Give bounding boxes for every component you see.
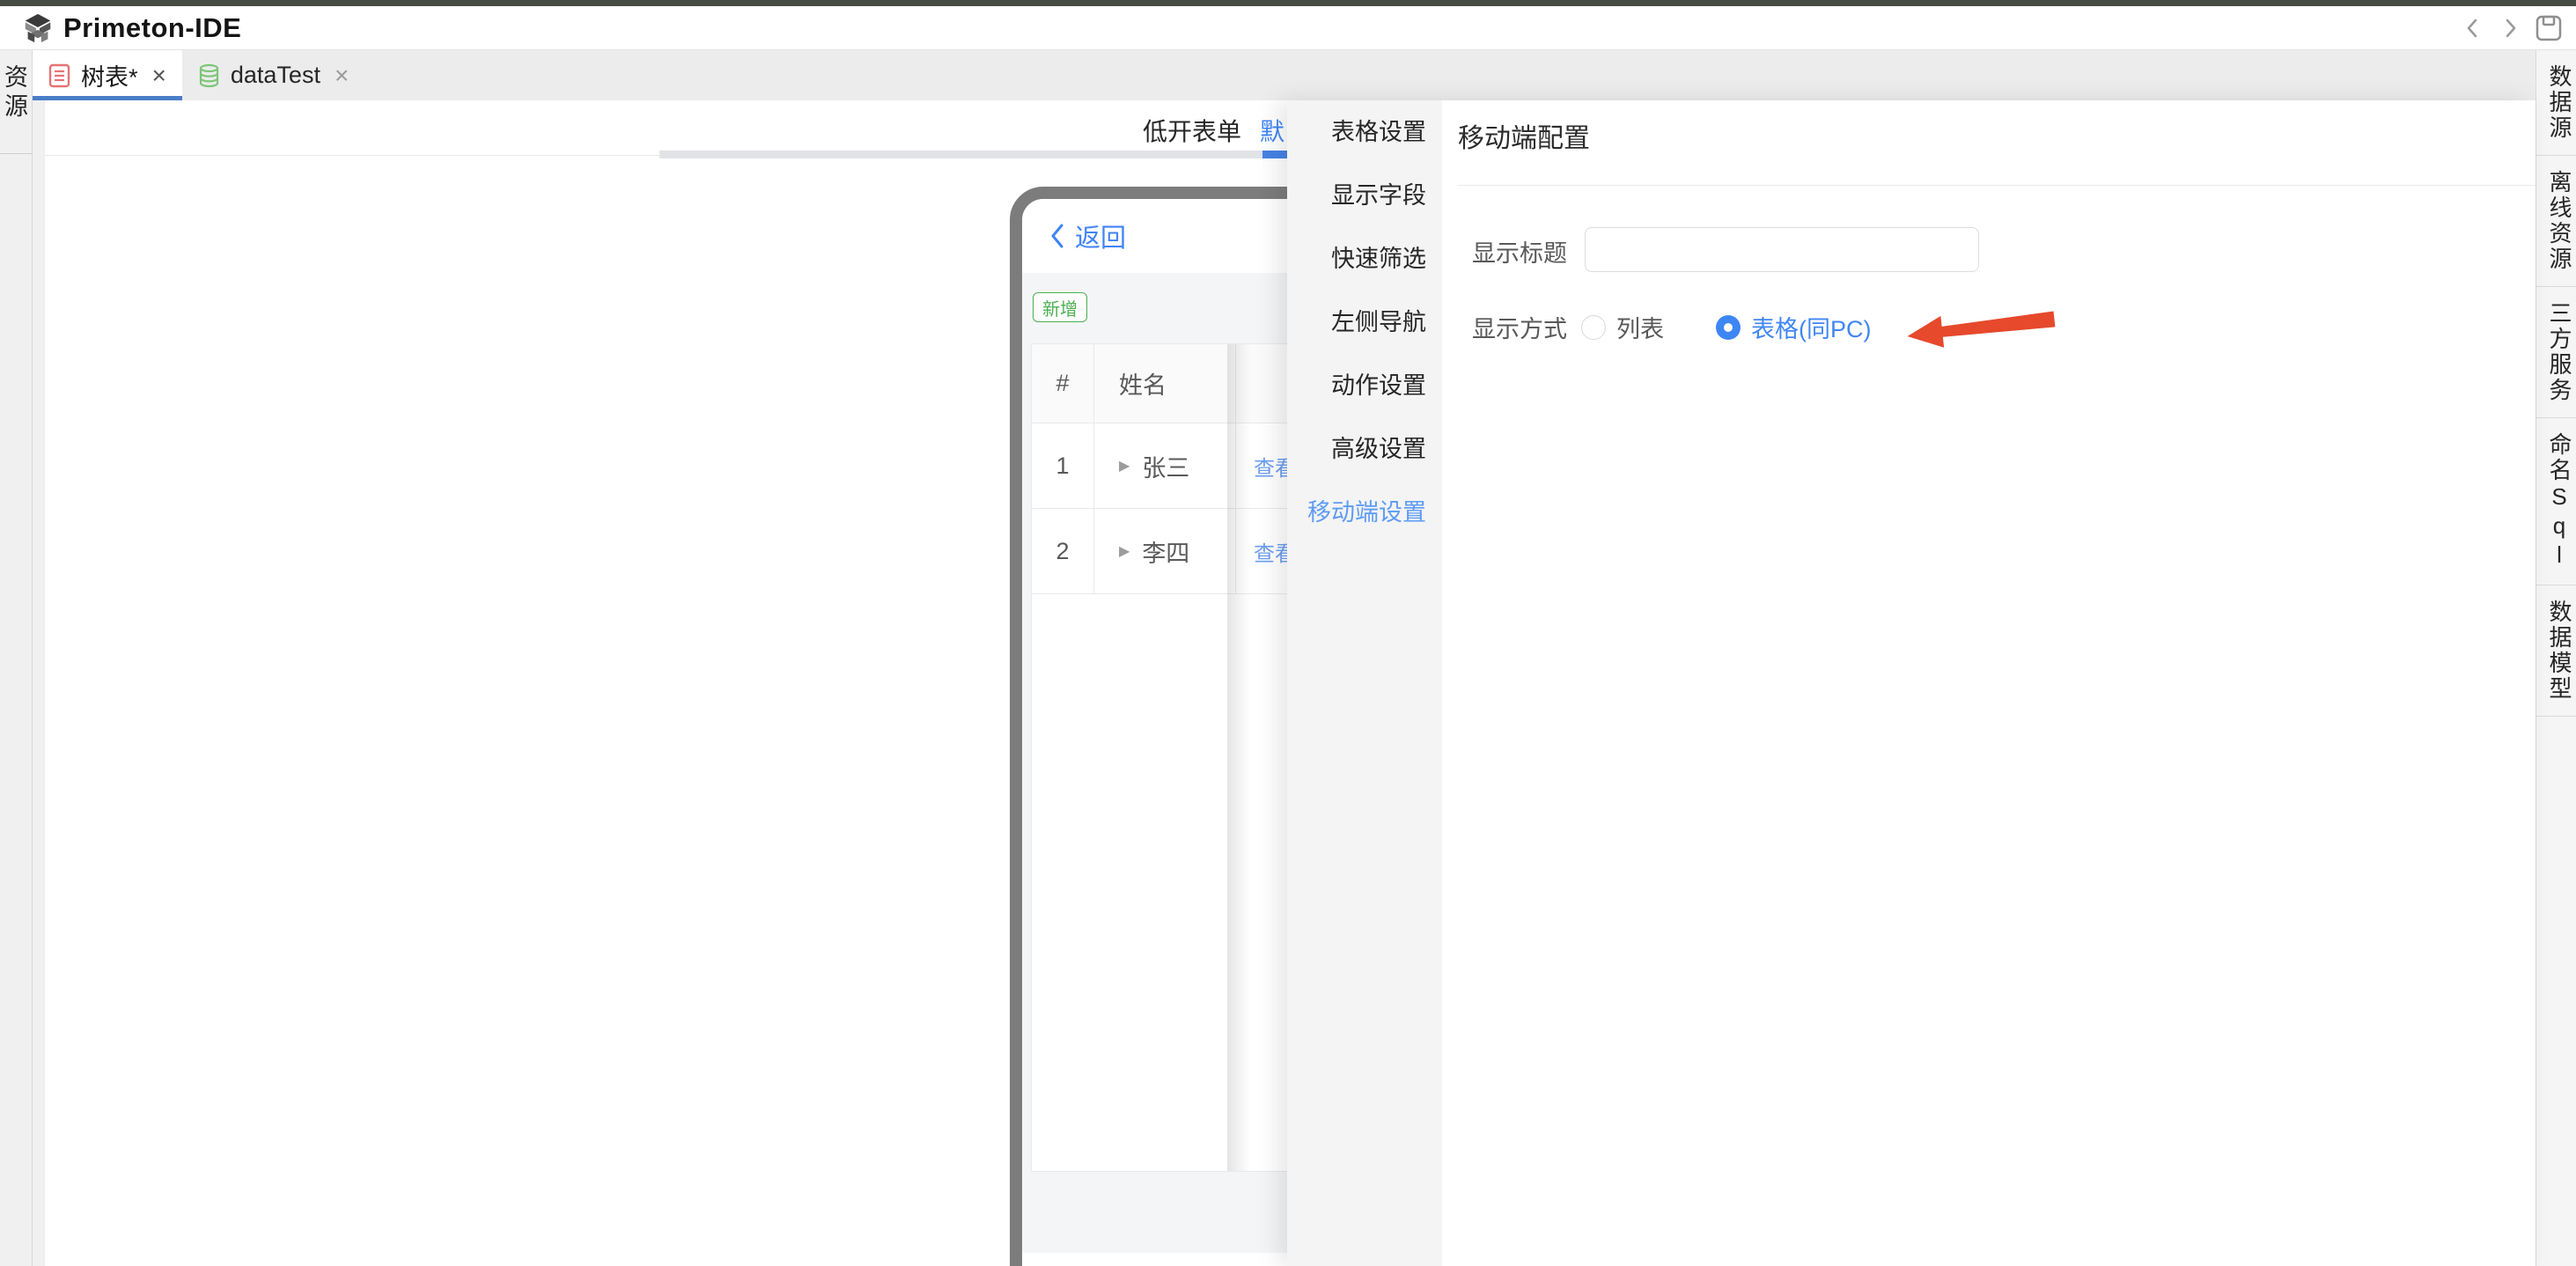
radio-label: 表格(同PC) [1751, 310, 1872, 344]
gap-strip [33, 100, 44, 1266]
app-window: Primeton-IDE 资源 树表* × [0, 0, 2576, 1266]
red-arrow-annotation [1903, 301, 2062, 354]
settings-panel: 表格设置 显示字段 快速筛选 左侧导航 动作设置 高级设置 移动端设置 移动端配… [1287, 100, 2536, 1266]
radio-unchecked-icon[interactable] [1581, 315, 1606, 340]
back-chevron-icon[interactable] [1049, 223, 1066, 249]
nav-back-icon[interactable] [2460, 15, 2486, 41]
display-mode-label: 显示方式 [1442, 310, 1567, 344]
app-title: Primeton-IDE [63, 12, 241, 44]
panel-title: 移动端配置 [1458, 116, 1590, 155]
right-rail-item-thirdparty-services[interactable]: 三方服务 [2536, 287, 2576, 418]
radio-checked-icon[interactable] [1716, 315, 1741, 340]
close-icon[interactable]: × [335, 63, 349, 88]
expand-caret-icon[interactable]: ▶ [1119, 542, 1130, 560]
designer-tab-track [659, 151, 1262, 158]
primeton-logo-icon [21, 11, 55, 45]
radio-table-mode[interactable]: 表格(同PC) [1716, 310, 1872, 344]
left-rail-item-resources[interactable]: 资源 [0, 64, 32, 122]
row-name: 张三 [1142, 449, 1189, 483]
settings-menu-left-nav[interactable]: 左侧导航 [1287, 291, 1442, 354]
settings-menu-quick-filter[interactable]: 快速筛选 [1287, 227, 1442, 291]
editor-tab-datatest[interactable]: dataTest × [182, 50, 364, 100]
row-index: 2 [1032, 509, 1094, 593]
right-rail-item-datasource[interactable]: 数据源 [2536, 50, 2576, 156]
expand-caret-icon[interactable]: ▶ [1119, 457, 1130, 475]
settings-content: 移动端配置 显示标题 显示方式 列表 表格(同PC) [1442, 100, 2536, 1266]
table-header-index: # [1032, 344, 1094, 423]
settings-menu-mobile[interactable]: 移动端设置 [1287, 481, 1442, 544]
editor-tabbar: 树表* × dataTest × [33, 50, 2536, 100]
panel-divider [1458, 185, 2536, 186]
editor-tab-tree-form[interactable]: 树表* × [33, 50, 182, 100]
nav-forward-icon[interactable] [2497, 15, 2523, 41]
display-title-label: 显示标题 [1442, 234, 1567, 269]
radio-label: 列表 [1616, 310, 1664, 344]
designer-tab-default[interactable]: 默 [1260, 113, 1284, 148]
display-title-input[interactable] [1585, 227, 1979, 272]
left-rail: 资源 [0, 50, 33, 1266]
titlebar: Primeton-IDE [0, 6, 2576, 50]
database-icon [198, 63, 220, 88]
form-document-icon [48, 63, 70, 88]
row-name: 李四 [1142, 534, 1189, 569]
settings-menu: 表格设置 显示字段 快速筛选 左侧导航 动作设置 高级设置 移动端设置 [1287, 100, 1442, 1266]
settings-menu-actions[interactable]: 动作设置 [1287, 354, 1442, 417]
left-rail-divider [0, 153, 33, 154]
designer-tab-lowcode-form[interactable]: 低开表单 [1143, 113, 1241, 148]
right-rail: 数据源 离线资源 三方服务 命名Sql 数据模型 [2536, 50, 2576, 1266]
right-rail-item-named-sql[interactable]: 命名Sql [2536, 418, 2576, 585]
back-button[interactable]: 返回 [1075, 217, 1126, 254]
table-header-name: 姓名 [1094, 344, 1236, 423]
editor-tab-label: dataTest [231, 62, 320, 89]
window-top-strip [0, 0, 2576, 6]
editor-tab-label: 树表* [81, 58, 138, 92]
row-index: 1 [1032, 423, 1094, 508]
right-rail-item-offline-resources[interactable]: 离线资源 [2536, 156, 2576, 287]
right-rail-item-data-model[interactable]: 数据模型 [2536, 585, 2576, 717]
save-icon[interactable] [2534, 13, 2564, 43]
close-icon[interactable]: × [152, 63, 166, 88]
settings-menu-display-fields[interactable]: 显示字段 [1287, 164, 1442, 227]
add-button[interactable]: 新增 [1033, 292, 1087, 322]
settings-menu-advanced[interactable]: 高级设置 [1287, 417, 1442, 481]
settings-menu-table[interactable]: 表格设置 [1287, 100, 1442, 164]
radio-list-mode[interactable]: 列表 [1581, 310, 1664, 344]
